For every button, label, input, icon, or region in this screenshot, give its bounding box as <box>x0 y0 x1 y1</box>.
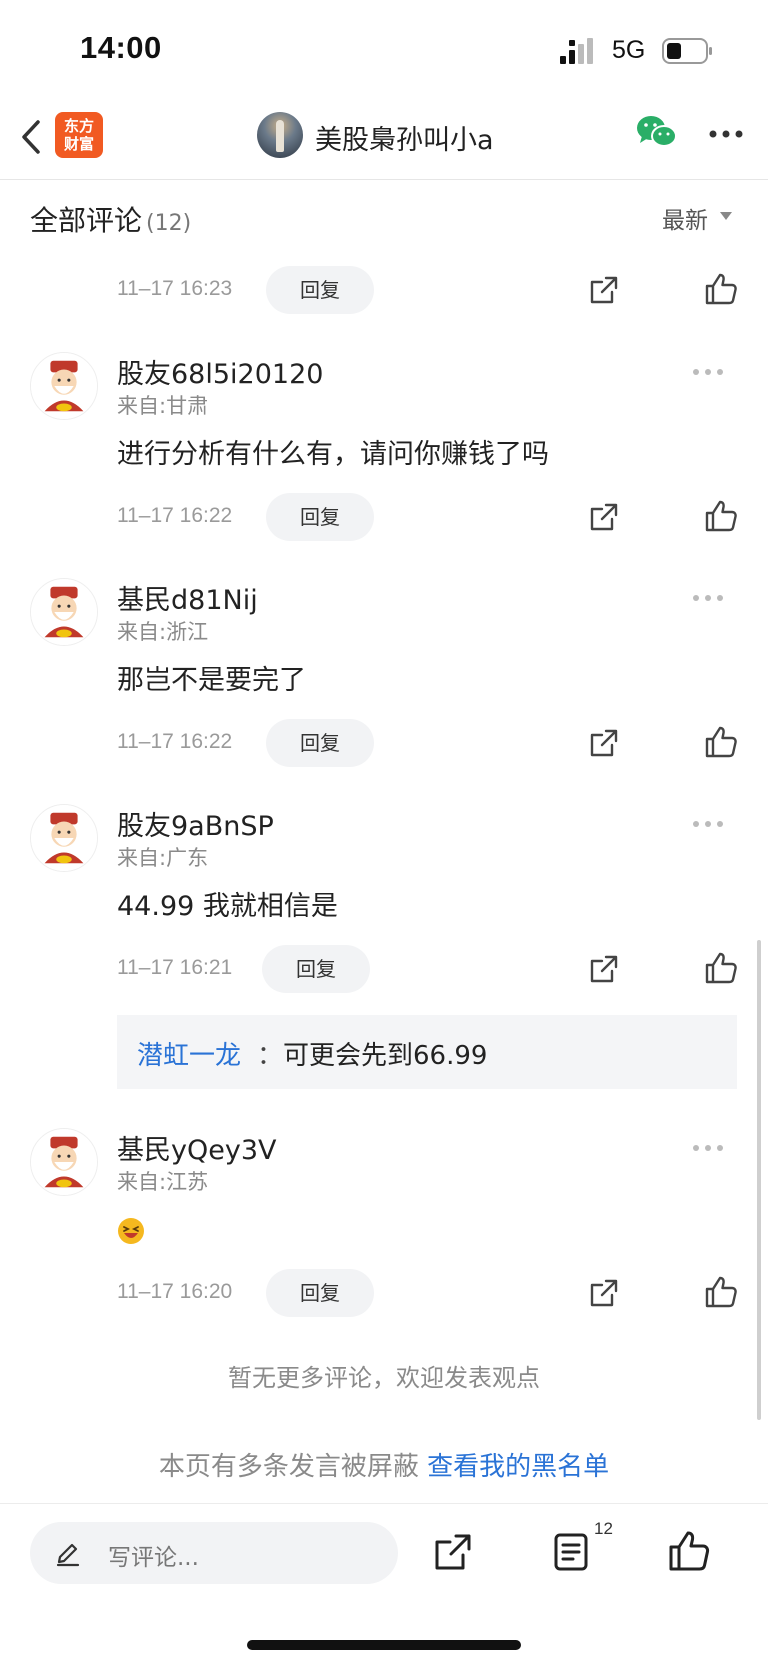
comment-more-icon[interactable] <box>692 594 724 602</box>
signal-icon <box>560 38 593 64</box>
home-indicator[interactable] <box>247 1640 521 1650</box>
comment-timestamp: 11–17 16:20 <box>117 1280 233 1303</box>
comment-action-row: 11–17 16:22 回复 <box>0 493 768 541</box>
user-avatar[interactable] <box>30 352 98 420</box>
comment-action-row: 11–17 16:21 回复 <box>0 945 768 993</box>
comment-more-icon[interactable] <box>692 368 724 376</box>
sub-reply-text: 可更会先到66.99 <box>283 1041 488 1071</box>
user-avatar[interactable] <box>30 578 98 646</box>
blacklist-link[interactable]: 查看我的黑名单 <box>427 1452 609 1482</box>
sub-reply[interactable]: 潜虹一龙 ： 可更会先到66.99 <box>117 1015 737 1089</box>
comment-location: 来自:江苏 <box>117 1170 209 1194</box>
share-icon[interactable] <box>433 1532 473 1572</box>
comment-text: 那岂不是要完了 <box>117 665 306 696</box>
pencil-icon <box>56 1543 80 1567</box>
like-thumb-icon[interactable] <box>704 951 738 985</box>
comment-location: 来自:甘肃 <box>117 394 209 418</box>
wechat-icon[interactable] <box>636 114 678 150</box>
user-avatar[interactable] <box>30 804 98 872</box>
reply-button[interactable]: 回复 <box>266 266 374 314</box>
comments-header: 全部评论 (12) 最新 <box>0 181 768 251</box>
comment-timestamp: 11–17 16:22 <box>117 504 233 527</box>
comment-username[interactable]: 基民d81Nij <box>117 578 258 617</box>
status-time: 14:00 <box>80 30 162 65</box>
share-icon[interactable] <box>588 501 620 533</box>
like-thumb-icon[interactable] <box>704 499 738 533</box>
user-avatar[interactable] <box>30 1128 98 1196</box>
blocked-notice: 本页有多条发言被屏蔽 查看我的黑名单 <box>0 1446 768 1483</box>
comment-action-row: 11–17 16:23 回复 <box>0 266 768 314</box>
comments-title: 全部评论 (12) <box>30 199 191 239</box>
comment-action-row: 11–17 16:22 回复 <box>0 719 768 767</box>
author-avatar[interactable] <box>257 112 303 158</box>
sub-reply-username[interactable]: 潜虹一龙 <box>137 1035 241 1072</box>
comments-list-icon[interactable] <box>553 1532 589 1572</box>
reply-button[interactable]: 回复 <box>266 1269 374 1317</box>
comment-more-icon[interactable] <box>692 1144 724 1152</box>
app-logo[interactable]: 东方 财富 <box>55 112 103 158</box>
comment-timestamp: 11–17 16:23 <box>117 277 233 300</box>
share-icon[interactable] <box>588 274 620 306</box>
status-bar: 14:00 5G <box>0 0 768 100</box>
like-thumb-icon[interactable] <box>668 1530 710 1572</box>
logo-line-1: 东方 <box>63 117 94 135</box>
sort-dropdown[interactable]: 最新 <box>662 201 708 235</box>
like-thumb-icon[interactable] <box>704 725 738 759</box>
bottom-bar: 写评论... 12 <box>0 1503 768 1663</box>
share-icon[interactable] <box>588 953 620 985</box>
battery-icon <box>662 38 712 64</box>
nav-bar: 东方 财富 美股梟孙叫小a <box>0 100 768 180</box>
sub-reply-colon: ： <box>257 1041 284 1071</box>
comment-action-row: 11–17 16:20 回复 <box>0 1269 768 1317</box>
comment-input-placeholder: 写评论... <box>108 1545 199 1571</box>
comment-location: 来自:广东 <box>117 846 209 870</box>
network-label: 5G <box>612 36 646 64</box>
share-icon[interactable] <box>588 1277 620 1309</box>
reply-button[interactable]: 回复 <box>262 945 370 993</box>
sort-caret-icon[interactable] <box>720 212 732 220</box>
comment-text: 进行分析有什么有，请问你赚钱了吗 <box>117 439 549 470</box>
no-more-comments-text: 暂无更多评论，欢迎发表观点 <box>228 1364 540 1392</box>
share-icon[interactable] <box>588 727 620 759</box>
back-arrow-icon[interactable] <box>16 114 46 160</box>
comments-count: (12) <box>146 211 192 236</box>
like-thumb-icon[interactable] <box>704 272 738 306</box>
like-thumb-icon[interactable] <box>704 1275 738 1309</box>
blocked-text: 本页有多条发言被屏蔽 <box>158 1452 428 1482</box>
grinning-squint-emoji-icon <box>118 1218 144 1244</box>
reply-button[interactable]: 回复 <box>266 493 374 541</box>
comment-count-badge: 12 <box>594 1519 613 1538</box>
comment-timestamp: 11–17 16:21 <box>117 956 233 979</box>
write-comment-input[interactable]: 写评论... <box>30 1522 398 1584</box>
comment-text: 44.99 我就相信是 <box>117 891 338 922</box>
comment-username[interactable]: 股友9aBnSP <box>117 804 274 843</box>
comment-username[interactable]: 基民yQey3V <box>117 1128 276 1167</box>
comments-title-label: 全部评论 <box>30 204 143 237</box>
author-name[interactable]: 美股梟孙叫小a <box>315 118 494 157</box>
comment-more-icon[interactable] <box>692 820 724 828</box>
comment-username[interactable]: 股友68l5i20120 <box>117 352 323 391</box>
logo-line-2: 财富 <box>63 135 94 153</box>
reply-button[interactable]: 回复 <box>266 719 374 767</box>
more-options-icon[interactable] <box>708 128 744 140</box>
scrollbar[interactable] <box>757 940 761 1420</box>
comment-location: 来自:浙江 <box>117 620 209 644</box>
comment-timestamp: 11–17 16:22 <box>117 730 233 753</box>
